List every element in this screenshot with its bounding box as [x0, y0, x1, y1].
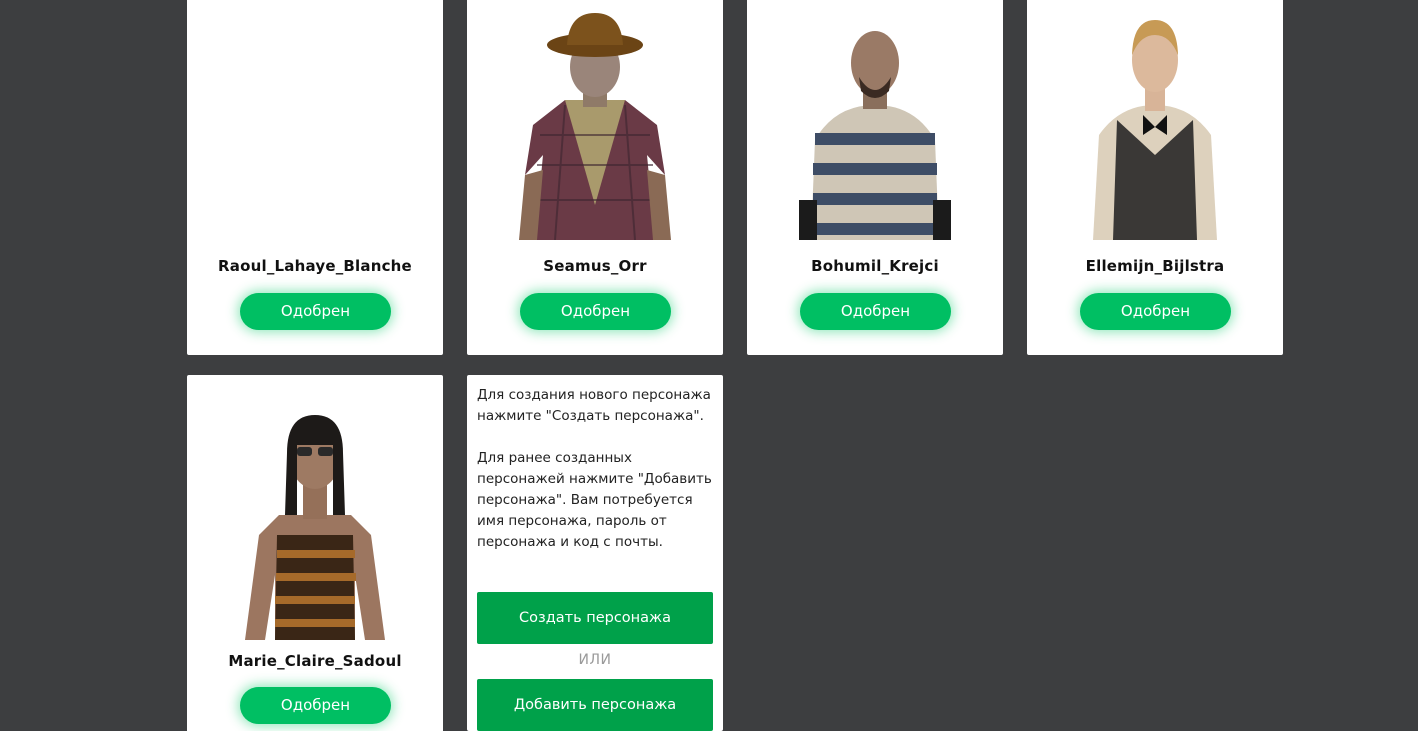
character-name: Ellemijn_Bijlstra — [1085, 257, 1225, 275]
create-instructions: Для создания нового персонажа нажмите "С… — [477, 387, 711, 424]
info-panel: Для создания нового персонажа нажмите "С… — [467, 375, 723, 731]
character-portrait — [747, 0, 1003, 240]
character-name: Marie_Claire_Sadoul — [228, 652, 402, 670]
add-character-button[interactable]: Добавить персонажа — [477, 679, 713, 731]
character-avatar-image — [1093, 20, 1217, 240]
approved-status-button[interactable]: Одобрен — [520, 293, 671, 330]
approved-status-button[interactable]: Одобрен — [240, 293, 391, 330]
character-select-page: Raoul_Lahaye_Blanche Одобрен Seamus_Orr … — [0, 0, 1418, 731]
character-card[interactable]: Raoul_Lahaye_Blanche Одобрен — [187, 0, 443, 355]
character-name: Raoul_Lahaye_Blanche — [218, 257, 412, 275]
or-divider: ИЛИ — [578, 652, 612, 668]
character-portrait — [1027, 0, 1283, 240]
character-card[interactable]: Bohumil_Krejci Одобрен — [747, 0, 1003, 355]
add-instructions: Для ранее созданных персонажей нажмите "… — [477, 450, 712, 550]
approved-status-button[interactable]: Одобрен — [1080, 293, 1231, 330]
character-portrait-empty — [187, 0, 443, 235]
character-card[interactable]: Ellemijn_Bijlstra Одобрен — [1027, 0, 1283, 355]
character-avatar-image — [799, 31, 951, 240]
create-character-button[interactable]: Создать персонажа — [477, 592, 713, 644]
approved-status-button[interactable]: Одобрен — [240, 687, 391, 724]
character-avatar-image — [519, 13, 671, 240]
info-text: Для создания нового персонажа нажмите "С… — [477, 385, 717, 574]
character-name: Bohumil_Krejci — [811, 257, 939, 275]
character-avatar-image — [245, 415, 385, 640]
character-portrait — [467, 0, 723, 240]
approved-status-button[interactable]: Одобрен — [800, 293, 951, 330]
character-card[interactable]: Marie_Claire_Sadoul Одобрен — [187, 375, 443, 731]
character-card[interactable]: Seamus_Orr Одобрен — [467, 0, 723, 355]
character-portrait — [187, 400, 443, 640]
character-name: Seamus_Orr — [543, 257, 647, 275]
